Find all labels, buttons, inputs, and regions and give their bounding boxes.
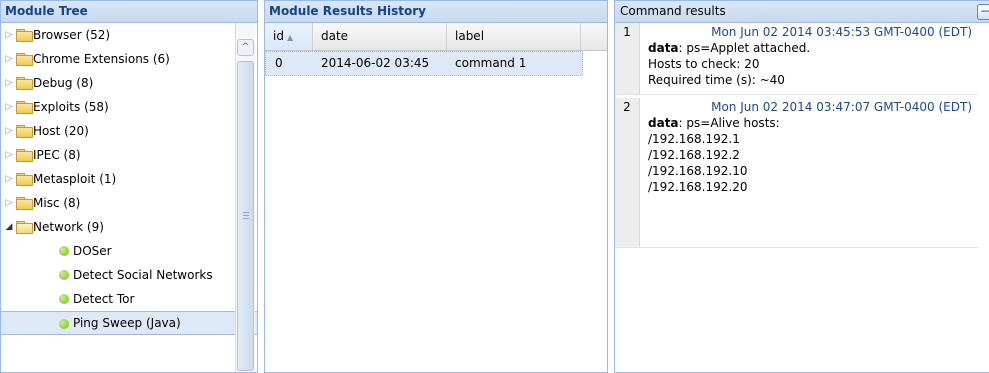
column-header-label: id (273, 29, 284, 43)
column-header-label: label (455, 29, 485, 43)
module-tree-title: Module Tree (1, 1, 257, 23)
result-line: /192.168.192.10 (648, 164, 748, 178)
tree-module-label: DOSer (73, 244, 112, 258)
module-tree: ▷ Browser (52) ▷ Chrome Extensions (6) ▷… (1, 23, 257, 372)
module-status-icon (59, 294, 69, 304)
tree-folder-label: Browser (52) (33, 28, 111, 42)
tree-folder-label: Exploits (58) (33, 100, 109, 114)
command-results-title: Command results (615, 1, 989, 23)
tree-folder-label: Network (9) (33, 220, 104, 234)
module-status-icon (59, 246, 69, 256)
result-line: /192.168.192.20 (648, 180, 748, 194)
expand-arrow-icon[interactable]: ▷ (4, 191, 14, 215)
result-data-line: data: ps=Applet attached. (648, 40, 978, 56)
tree-folder-ipec[interactable]: ▷ IPEC (8) (1, 143, 257, 167)
result-body: Mon Jun 02 2014 03:45:53 GMT-0400 (EDT) … (648, 23, 978, 88)
tree-folder-label: Metasploit (1) (33, 172, 117, 186)
expand-arrow-icon[interactable]: ▷ (4, 95, 14, 119)
result-body: Mon Jun 02 2014 03:47:07 GMT-0400 (EDT) … (648, 98, 978, 195)
table-row[interactable]: 0 2014-06-02 03:45 command 1 (265, 51, 583, 76)
result-data-line: data: ps=Alive hosts: (648, 115, 978, 131)
tree-folder-chrome-extensions[interactable]: ▷ Chrome Extensions (6) (1, 47, 257, 71)
scroll-up-icon[interactable]: ^ (237, 39, 254, 56)
tree-scrollbar[interactable]: ^ (235, 23, 255, 372)
open-folder-icon (16, 221, 33, 234)
cell-date: 2014-06-02 03:45 (321, 56, 430, 70)
expand-arrow-icon[interactable]: ▷ (4, 143, 14, 167)
collapse-arrow-icon[interactable]: ◢ (4, 215, 14, 239)
results-history-title: Module Results History (265, 1, 607, 23)
results-history-panel: Module Results History id ▲ date label 0 … (264, 0, 608, 373)
tree-folder-metasploit[interactable]: ▷ Metasploit (1) (1, 167, 257, 191)
folder-icon (16, 53, 33, 66)
collapse-button[interactable]: − (977, 4, 989, 20)
folder-icon (16, 125, 33, 138)
grid-header: id ▲ date label (265, 23, 607, 51)
folder-icon (16, 197, 33, 210)
result-line: /192.168.192.2 (648, 148, 740, 162)
result-number: 2 (615, 98, 640, 247)
tree-folder-misc[interactable]: ▷ Misc (8) (1, 191, 257, 215)
data-key-label: data (648, 41, 679, 55)
command-result-entry: 2 Mon Jun 02 2014 03:47:07 GMT-0400 (EDT… (615, 98, 978, 248)
folder-icon (16, 77, 33, 90)
tree-folder-label: Host (20) (33, 124, 89, 138)
tree-folder-network[interactable]: ◢ Network (9) (1, 215, 257, 239)
tree-module-detect-social-networks[interactable]: Detect Social Networks (1, 263, 257, 287)
folder-icon (16, 29, 33, 42)
tree-folder-label: Debug (8) (33, 76, 94, 90)
result-number: 1 (615, 23, 640, 94)
tree-folder-label: Chrome Extensions (6) (33, 52, 170, 66)
folder-icon (16, 173, 33, 186)
tree-folder-label: Misc (8) (33, 196, 81, 210)
result-timestamp: Mon Jun 02 2014 03:47:07 GMT-0400 (EDT) (711, 100, 972, 114)
folder-icon (16, 101, 33, 114)
folder-icon (16, 149, 33, 162)
tree-module-doser[interactable]: DOSer (1, 239, 257, 263)
result-timestamp: Mon Jun 02 2014 03:45:53 GMT-0400 (EDT) (711, 25, 972, 39)
tree-module-label: Detect Social Networks (73, 268, 213, 282)
tree-module-label: Detect Tor (73, 292, 135, 306)
result-line: /192.168.192.1 (648, 132, 740, 146)
cell-label: command 1 (455, 56, 527, 70)
scrollbar-thumb[interactable] (237, 61, 254, 371)
expand-arrow-icon[interactable]: ▷ (4, 167, 14, 191)
result-line: Required time (s): ~40 (648, 73, 785, 87)
column-header-date[interactable]: date (313, 23, 447, 50)
tree-module-label: Ping Sweep (Java) (73, 316, 181, 330)
command-result-entry: 1 Mon Jun 02 2014 03:45:53 GMT-0400 (EDT… (615, 23, 978, 95)
grip-icon (243, 212, 249, 219)
tree-folder-debug[interactable]: ▷ Debug (8) (1, 71, 257, 95)
sort-ascending-icon: ▲ (286, 33, 294, 42)
tree-folder-label: IPEC (8) (33, 148, 81, 162)
module-tree-panel: Module Tree ▷ Browser (52) ▷ Chrome Exte… (0, 0, 258, 373)
command-results-panel: Command results − 1 Mon Jun 02 2014 03:4… (614, 0, 989, 373)
tree-folder-exploits[interactable]: ▷ Exploits (58) (1, 95, 257, 119)
module-status-icon (59, 270, 69, 280)
data-key-label: data (648, 116, 679, 130)
result-data-value: : ps=Applet attached. (678, 41, 811, 55)
result-data-value: : ps=Alive hosts: (678, 116, 780, 130)
column-header-label: date (321, 29, 349, 43)
tree-folder-browser[interactable]: ▷ Browser (52) (1, 23, 257, 47)
expand-arrow-icon[interactable]: ▷ (4, 119, 14, 143)
result-line: Hosts to check: 20 (648, 57, 760, 71)
column-header-label[interactable]: label (447, 23, 581, 50)
module-status-icon (59, 319, 69, 329)
tree-module-detect-tor[interactable]: Detect Tor (1, 287, 257, 311)
expand-arrow-icon[interactable]: ▷ (4, 71, 14, 95)
expand-arrow-icon[interactable]: ▷ (4, 23, 14, 47)
cell-id: 0 (275, 56, 283, 70)
tree-folder-host[interactable]: ▷ Host (20) (1, 119, 257, 143)
expand-arrow-icon[interactable]: ▷ (4, 47, 14, 71)
column-header-id[interactable]: id ▲ (265, 23, 313, 50)
tree-module-ping-sweep-java[interactable]: Ping Sweep (Java) (1, 311, 257, 335)
